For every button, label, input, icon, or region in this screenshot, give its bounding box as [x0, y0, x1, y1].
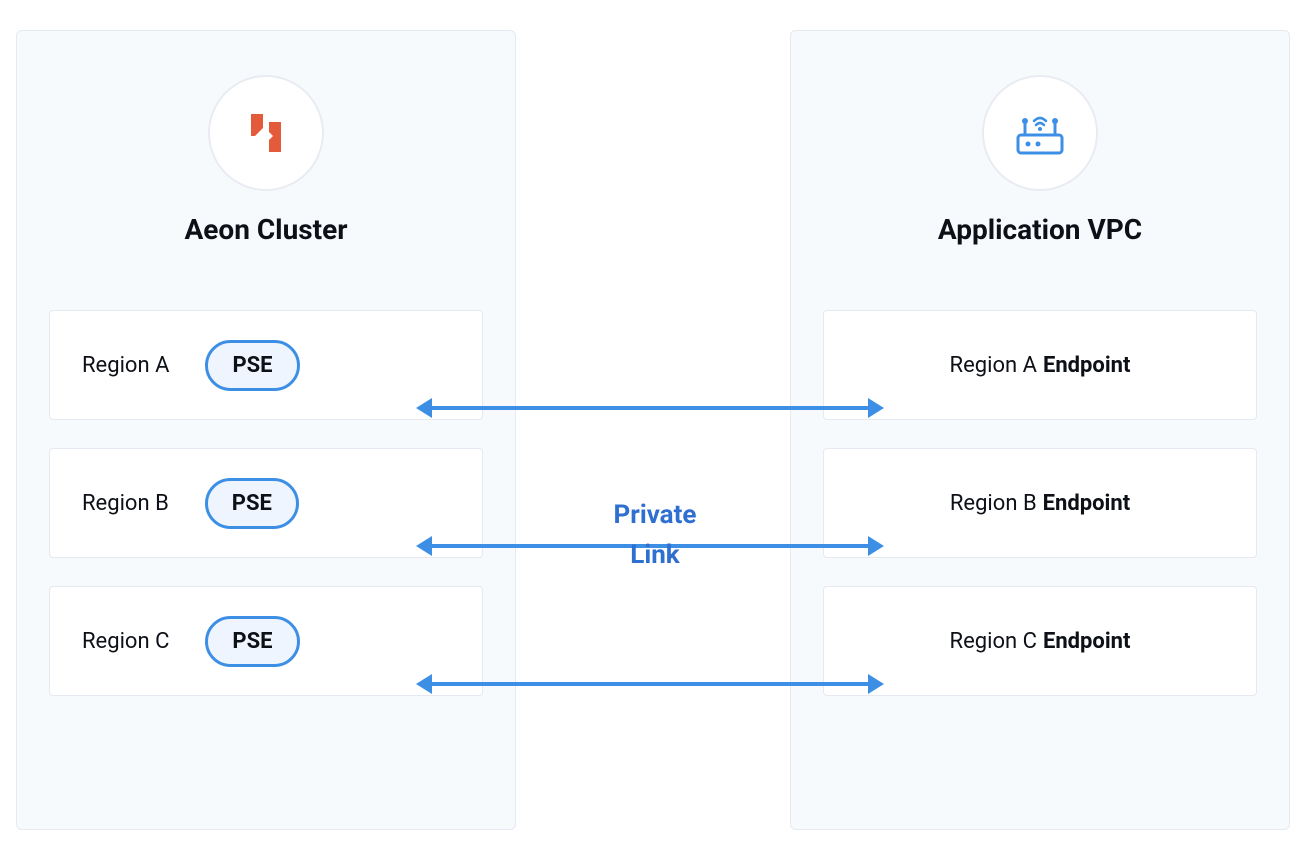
- private-link-label-line2: Link: [555, 540, 755, 570]
- endpoint-prefix: Region C: [950, 629, 1037, 654]
- endpoint-card: Region C Endpoint: [823, 586, 1257, 696]
- vpc-icon-circle: [982, 75, 1098, 191]
- endpoint-suffix: Endpoint: [1043, 629, 1130, 654]
- private-link-connector: [430, 682, 870, 686]
- private-link-label-line1: Private: [555, 500, 755, 530]
- region-label: Region A: [82, 353, 169, 378]
- aeon-cluster-panel: Aeon Cluster Region A PSE Region B PSE R…: [16, 30, 516, 830]
- pse-badge: PSE: [205, 340, 299, 391]
- router-icon: [1008, 101, 1072, 165]
- endpoint-prefix: Region B: [950, 491, 1037, 516]
- aeon-cluster-title: Aeon Cluster: [49, 213, 483, 246]
- cluster-logo-circle: [208, 75, 324, 191]
- pse-badge: PSE: [205, 478, 299, 529]
- application-vpc-title: Application VPC: [823, 213, 1257, 246]
- endpoint-suffix: Endpoint: [1043, 353, 1130, 378]
- cluster-logo-icon: [239, 106, 293, 160]
- pse-badge: PSE: [205, 616, 299, 667]
- region-label: Region B: [82, 491, 169, 516]
- application-vpc-panel: Application VPC Region A Endpoint Region…: [790, 30, 1290, 830]
- endpoint-card: Region A Endpoint: [823, 310, 1257, 420]
- endpoint-prefix: Region A: [950, 353, 1037, 378]
- endpoint-suffix: Endpoint: [1043, 491, 1130, 516]
- region-label: Region C: [82, 629, 169, 654]
- endpoint-card: Region B Endpoint: [823, 448, 1257, 558]
- private-link-connector: [430, 406, 870, 410]
